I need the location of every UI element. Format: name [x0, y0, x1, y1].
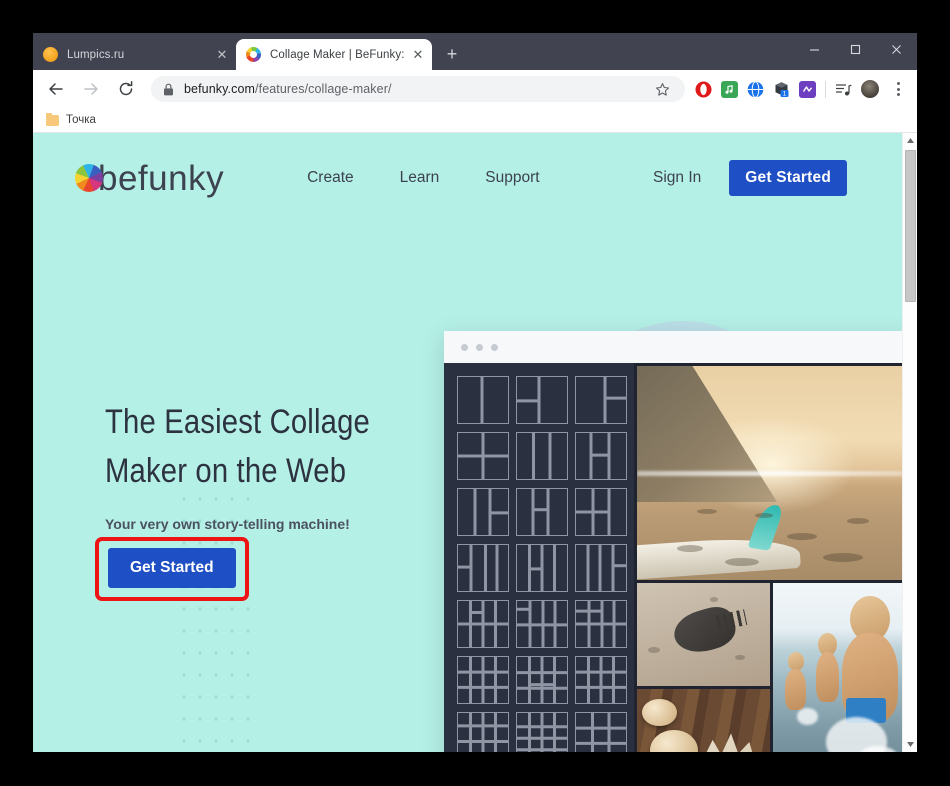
sign-in-link[interactable]: Sign In	[653, 169, 701, 187]
close-icon[interactable]: ✕	[214, 47, 230, 63]
kids-splashing-in-water-photo[interactable]	[773, 583, 902, 752]
toolbar-divider	[825, 80, 826, 98]
kebab-menu-icon[interactable]	[888, 82, 908, 96]
url-path: /features/collage-maker/	[255, 82, 392, 96]
left-photo-stack	[637, 583, 770, 752]
maximize-button[interactable]	[835, 33, 876, 66]
page-scrollbar[interactable]	[902, 133, 917, 752]
befunky-favicon	[246, 47, 261, 62]
collage-app-mockup	[444, 331, 902, 752]
purple-extension-icon[interactable]	[799, 80, 816, 98]
collage-layout-2x2-grid[interactable]	[457, 432, 509, 480]
close-window-button[interactable]	[876, 33, 917, 66]
address-bar[interactable]: befunky.com/features/collage-maker/	[151, 76, 685, 102]
scroll-up-arrow-icon[interactable]	[903, 133, 917, 148]
mockup-dot-1	[461, 343, 468, 351]
back-button[interactable]	[42, 75, 70, 103]
box-extension-icon[interactable]: 1	[773, 80, 790, 98]
url-domain: befunky.com	[184, 82, 256, 96]
hero-title-line-2: Maker on the Web	[105, 452, 347, 491]
minimize-button[interactable]	[794, 33, 835, 66]
befunky-logo[interactable]: befunky	[75, 161, 224, 196]
auth-group: Sign In Get Started	[653, 160, 847, 196]
lumpics-favicon	[43, 47, 58, 62]
collage-layout-4-col-top-split[interactable]	[516, 656, 568, 704]
collage-layout-2-col[interactable]	[457, 376, 509, 424]
tab-title: Lumpics.ru	[67, 48, 125, 61]
new-tab-button[interactable]: +	[438, 40, 466, 68]
extensions-bar: 1	[695, 80, 908, 98]
bookmark-star-icon[interactable]	[649, 76, 675, 102]
scroll-down-arrow-icon[interactable]	[903, 737, 917, 752]
collage-photo-canvas	[634, 363, 902, 752]
svg-text:1: 1	[783, 90, 787, 97]
collage-layout-3-col-mid-split[interactable]	[457, 488, 509, 536]
hero-subtitle: Your very own story-telling machine!	[105, 515, 350, 532]
profile-avatar[interactable]	[861, 80, 879, 98]
collage-layout-4x3-grid[interactable]	[457, 712, 509, 752]
hero-text-block: The Easiest Collage Maker on the Web You…	[105, 398, 435, 532]
collage-layout-3x2-grid[interactable]	[516, 544, 568, 592]
window-controls	[794, 33, 917, 66]
browser-tab-strip: Lumpics.ru ✕ Collage Maker | BeFunky: Cr…	[33, 33, 917, 70]
collage-layout-3x3-grid[interactable]	[575, 712, 627, 752]
mockup-dot-3	[491, 343, 498, 351]
collage-layout-3-col[interactable]	[516, 432, 568, 480]
browser-tab-lumpics[interactable]: Lumpics.ru ✕	[33, 39, 236, 70]
tab-title: Collage Maker | BeFunky: Create	[270, 48, 406, 61]
header-get-started-button[interactable]: Get Started	[729, 160, 847, 196]
collage-layout-4-col-left-split[interactable]	[575, 544, 627, 592]
browser-toolbar: befunky.com/features/collage-maker/ 1	[33, 70, 917, 108]
mockup-titlebar	[444, 331, 902, 363]
collage-layout-4-col-left-split-b[interactable]	[457, 600, 509, 648]
mockup-body	[444, 363, 902, 752]
nav-link-create[interactable]: Create	[307, 169, 354, 187]
collage-layout-4-cell-mixed[interactable]	[457, 544, 509, 592]
collage-layout-3-pane-right-split[interactable]	[575, 376, 627, 424]
collage-layout-4-col-top-band[interactable]	[575, 656, 627, 704]
seashells-on-wood-photo[interactable]	[637, 689, 770, 752]
hero-title-line-1: The Easiest Collage	[105, 403, 370, 441]
bookmark-label: Точка	[66, 114, 96, 126]
browser-window: Lumpics.ru ✕ Collage Maker | BeFunky: Cr…	[33, 33, 917, 752]
reading-list-icon[interactable]	[835, 81, 852, 98]
nav-link-learn[interactable]: Learn	[400, 169, 440, 187]
reload-button[interactable]	[112, 75, 140, 103]
cta-highlight-wrapper: Get Started	[95, 537, 249, 601]
collage-layout-3-col-right-2split[interactable]	[575, 488, 627, 536]
site-header: befunky Create Learn Support Sign In Get…	[33, 133, 902, 223]
screenshot-root: Lumpics.ru ✕ Collage Maker | BeFunky: Cr…	[0, 0, 950, 786]
collage-layout-4-col-mid-split[interactable]	[516, 600, 568, 648]
red-annotation-box: Get Started	[95, 537, 249, 601]
collage-layout-3-col-right-split[interactable]	[516, 488, 568, 536]
bookmarks-bar: Точка	[33, 108, 917, 133]
mockup-dot-2	[476, 343, 483, 351]
befunky-landing-page: befunky Create Learn Support Sign In Get…	[33, 133, 902, 752]
folder-icon	[46, 112, 59, 126]
close-icon[interactable]: ✕	[410, 47, 426, 63]
hero-get-started-button[interactable]: Get Started	[108, 548, 236, 588]
collage-layout-4x2-grid[interactable]	[457, 656, 509, 704]
site-nav: Create Learn Support	[307, 169, 539, 187]
collage-layout-panel[interactable]	[444, 363, 634, 752]
nav-link-support[interactable]: Support	[485, 169, 539, 187]
browser-tab-befunky[interactable]: Collage Maker | BeFunky: Create ✕	[236, 39, 432, 70]
opera-extension-icon[interactable]	[695, 80, 712, 98]
collage-layout-4-col-right-split[interactable]	[575, 600, 627, 648]
beach-sunset-surfboard-photo[interactable]	[637, 366, 902, 580]
befunky-logo-mark-icon	[75, 164, 103, 192]
scrollbar-thumb[interactable]	[905, 150, 916, 302]
globe-extension-icon[interactable]	[747, 80, 764, 98]
page-viewport: befunky Create Learn Support Sign In Get…	[33, 133, 917, 752]
collage-layout-4x3-grid-b[interactable]	[516, 712, 568, 752]
bookmark-item-tochka[interactable]: Точка	[46, 112, 96, 126]
collage-layout-3-pane-left-split[interactable]	[516, 376, 568, 424]
lock-icon	[163, 83, 174, 96]
music-extension-icon[interactable]	[721, 80, 738, 98]
sand-footprint-photo[interactable]	[637, 583, 770, 686]
forward-button[interactable]	[77, 75, 105, 103]
url-text: befunky.com/features/collage-maker/	[184, 82, 392, 96]
befunky-logo-text: befunky	[98, 158, 225, 198]
collage-layout-3-col-left-split[interactable]	[575, 432, 627, 480]
